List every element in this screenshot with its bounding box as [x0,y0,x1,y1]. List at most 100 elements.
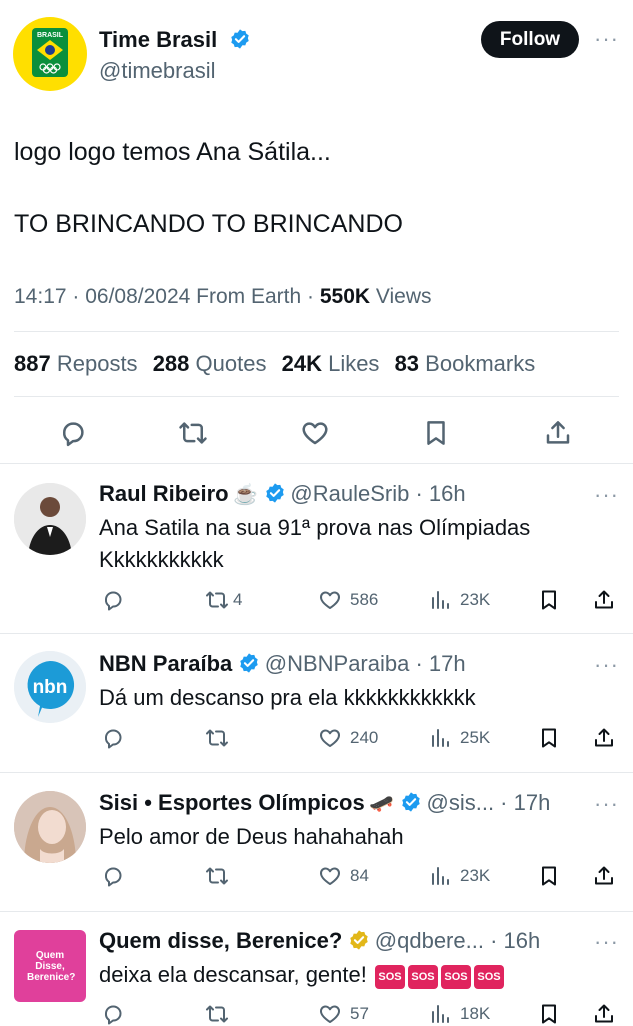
more-options-icon[interactable]: ··· [594,482,619,508]
views-count: 18K [460,1004,491,1023]
reply-icon[interactable] [58,418,88,448]
reply-text-line2: Kkkkkkkkkkk [99,547,224,572]
views-icon [432,1005,449,1023]
views-count: 23K [460,590,491,609]
reply-repost-button[interactable] [205,864,237,888]
person-avatar-icon [14,791,86,863]
reply-repost-button[interactable] [205,726,237,750]
bookmarks-stat[interactable]: 83 Bookmarks [395,351,536,376]
like-count: 240 [350,728,379,747]
views-count: 25K [460,728,491,747]
repost-icon [206,729,228,747]
reply-handle-time[interactable]: @sis... · 17h [427,790,551,815]
reply-header: Sisi • Esportes Olímpicos 🛹 @sis... · 17… [99,790,550,816]
reply-like-button[interactable]: 586 [318,588,378,612]
likes-stat[interactable]: 24K Likes [282,351,380,376]
like-icon [320,1005,340,1023]
post-meta: 14:17 · 06/08/2024 From Earth · 550K Vie… [14,285,432,309]
reply-header: Quem disse, Berenice? @qdbere... · 16h [99,928,540,954]
more-options-icon[interactable]: ··· [594,26,619,52]
author-name[interactable]: Time Brasil [99,27,217,52]
author-name-row[interactable]: Time Brasil [99,27,251,53]
more-options-icon[interactable]: ··· [594,929,619,955]
more-options-icon[interactable]: ··· [594,791,619,817]
post-text-line2: TO BRINCANDO TO BRINCANDO [14,210,403,238]
author-handle[interactable]: @timebrasil [99,58,215,84]
skateboard-emoji-icon: 🛹 [369,793,395,815]
reply-author-name[interactable]: NBN Paraíba [99,651,232,676]
verified-badge-icon [402,792,420,812]
like-count: 84 [350,866,369,885]
views-label: Views [375,285,432,308]
reply-bookmark-button[interactable] [537,1002,561,1026]
reply-like-button[interactable]: 240 [318,726,378,750]
more-options-icon[interactable]: ··· [594,652,619,678]
sos-emoji-icon: SOS [473,965,504,989]
reply-author-name[interactable]: Quem disse, Berenice? [99,928,342,953]
reply-header: Raul Ribeiro ☕ @RauleSrib · 16h [99,481,466,507]
reply-views-button[interactable]: 23K [428,588,490,612]
reply-avatar[interactable] [14,483,86,555]
reply-header: NBN Paraíba @NBNParaiba · 17h [99,651,466,677]
reply-reply-button[interactable] [101,588,125,612]
reply-reply-button[interactable] [101,864,125,888]
views-icon [432,867,449,885]
reply-views-button[interactable]: 25K [428,726,490,750]
reply-share-button[interactable] [592,726,616,750]
reply-reply-button[interactable] [101,1002,125,1026]
views-count: 23K [460,866,491,885]
verified-badge-icon [240,653,258,673]
reply-avatar[interactable]: nbn [14,651,86,723]
reply-bookmark-button[interactable] [537,726,561,750]
reply-handle-time[interactable]: @RauleSrib · 16h [290,481,465,506]
like-count: 57 [350,1004,369,1023]
reposts-stat[interactable]: 887 Reposts [14,351,138,376]
reply-share-button[interactable] [592,864,616,888]
repost-icon[interactable] [178,418,208,448]
bookmark-icon [542,728,556,748]
like-icon[interactable] [300,418,330,448]
follow-button[interactable]: Follow [481,21,579,58]
brasil-olympic-logo-icon: BRASIL [32,28,68,77]
reply-repost-button[interactable] [205,1002,237,1026]
quotes-stat[interactable]: 288 Quotes [153,351,267,376]
author-avatar[interactable]: BRASIL [13,17,87,91]
reply-views-button[interactable]: 23K [428,864,490,888]
reply-handle-time[interactable]: @qdbere... · 16h [375,928,540,953]
reply-author-name[interactable]: Sisi • Esportes Olímpicos [99,790,365,815]
verified-badge-icon [231,29,250,49]
reply-avatar[interactable]: Quem Disse, Berenice? [14,930,86,1002]
reply-share-button[interactable] [592,1002,616,1026]
bookmark-icon[interactable] [421,418,451,448]
repost-count: 4 [233,590,243,609]
share-icon[interactable] [543,418,573,448]
reply-share-button[interactable] [592,588,616,612]
avatar-text: Quem Disse, Berenice? [27,949,76,983]
share-icon [595,866,613,885]
share-icon [595,728,613,747]
reply-avatar[interactable] [14,791,86,863]
like-icon [320,729,340,747]
post-text-line1: logo logo temos Ana Sátila... [14,138,331,166]
reply-bookmark-button[interactable] [537,864,561,888]
share-icon [595,590,613,609]
nbn-logo-icon: nbn [14,651,86,723]
reply-reply-button[interactable] [101,726,125,750]
post-stats: 887 Reposts 288 Quotes 24K Likes 83 Book… [14,351,535,377]
views-icon [432,729,449,747]
reply-author-name[interactable]: Raul Ribeiro [99,481,229,506]
reply-bookmark-button[interactable] [537,588,561,612]
coffee-emoji-icon: ☕ [233,484,258,506]
reply-handle-time[interactable]: @NBNParaiba · 17h [265,651,466,676]
reply-like-button[interactable]: 84 [318,864,369,888]
bookmark-icon [542,590,556,610]
reply-views-button[interactable]: 18K [428,1002,490,1026]
reply-repost-button[interactable]: 4 [205,588,242,612]
repost-icon [206,1005,228,1023]
like-icon [320,867,340,885]
post-timestamp[interactable]: 14:17 · 06/08/2024 From Earth · [14,285,314,308]
repost-icon [206,591,228,609]
reply-like-button[interactable]: 57 [318,1002,369,1026]
sos-emoji-icon: SOS [374,965,405,989]
repost-icon [206,867,228,885]
